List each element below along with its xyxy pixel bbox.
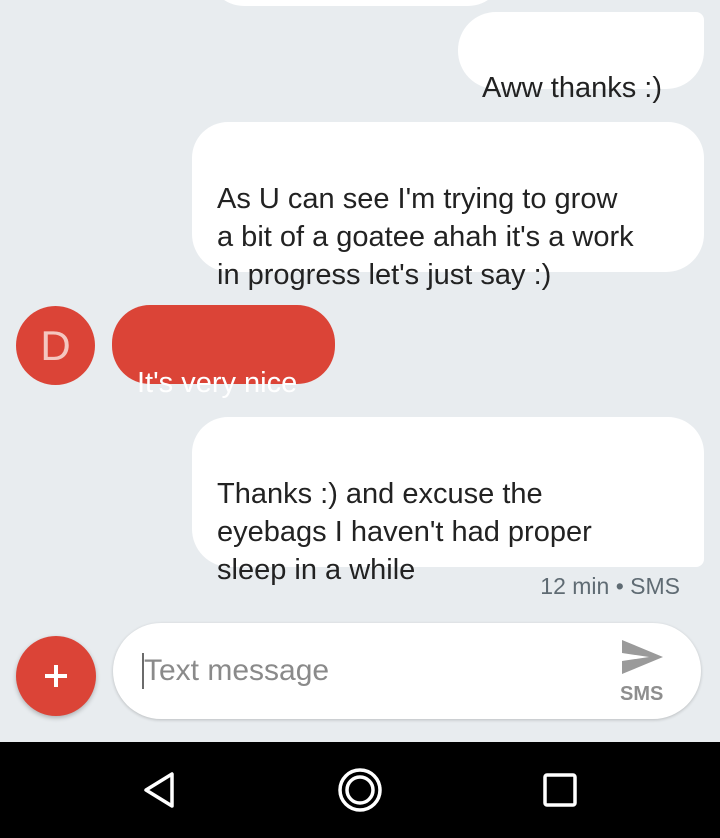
- send-icon[interactable]: [619, 637, 665, 677]
- message-text: As U can see I'm trying to grow a bit of…: [217, 183, 634, 291]
- add-attachment-button[interactable]: [16, 636, 96, 716]
- outgoing-message-bubble[interactable]: As U can see I'm trying to grow a bit of…: [192, 122, 704, 291]
- plus-icon: [45, 665, 67, 687]
- send-type-label: SMS: [620, 683, 664, 705]
- back-triangle-icon[interactable]: [136, 766, 184, 814]
- message-text: Thanks :) and excuse the eyebags I haven…: [217, 478, 592, 586]
- conversation-view[interactable]: Aww thanks :) As U can see I'm trying to…: [0, 0, 720, 742]
- outgoing-message-bubble[interactable]: Thanks :) and excuse the eyebags I haven…: [192, 417, 704, 586]
- home-circle-icon[interactable]: [336, 766, 384, 814]
- message-text: It's very nice: [137, 367, 298, 399]
- message-text: Aww thanks :): [482, 72, 662, 104]
- message-timestamp: 12 min • SMS: [540, 573, 680, 599]
- previous-message-bubble[interactable]: [208, 0, 504, 6]
- compose-field[interactable]: Text message SMS: [113, 623, 701, 719]
- contact-avatar[interactable]: D: [16, 306, 95, 385]
- incoming-message-bubble[interactable]: It's very nice: [112, 305, 335, 399]
- system-navigation-bar: [0, 742, 720, 838]
- message-input[interactable]: Text message: [144, 653, 329, 689]
- avatar-initial: D: [40, 322, 71, 369]
- recents-square-icon[interactable]: [536, 766, 584, 814]
- outgoing-message-bubble[interactable]: Aww thanks :): [458, 12, 704, 104]
